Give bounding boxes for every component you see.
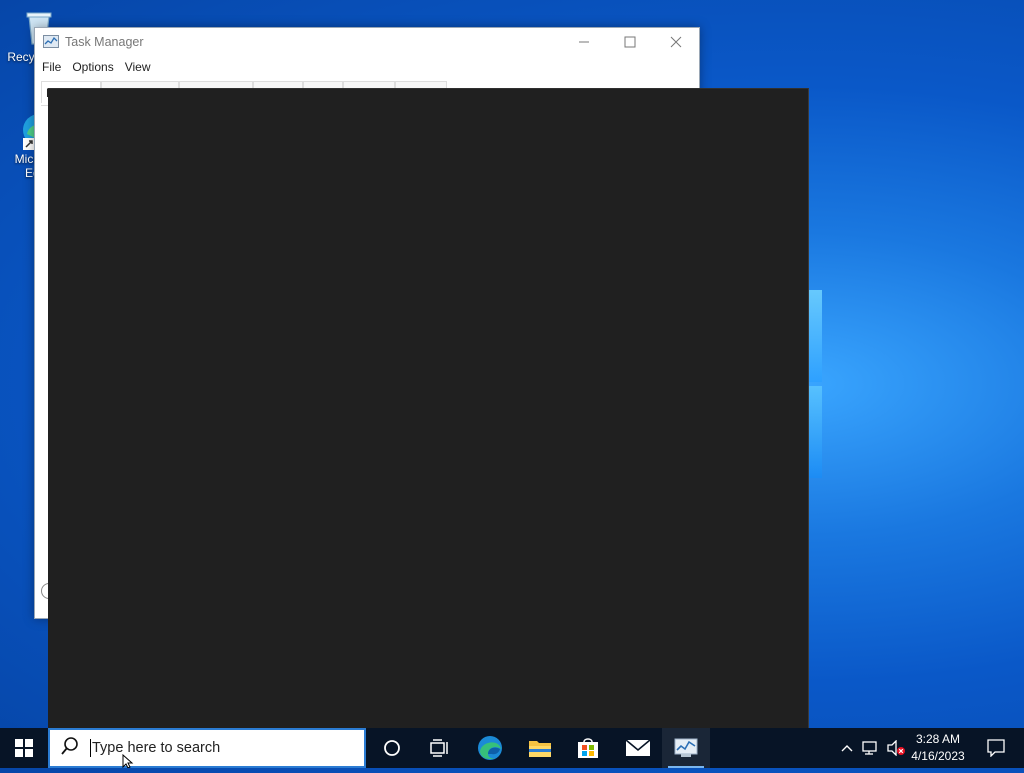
taskbar-store[interactable] [564, 728, 612, 768]
taskbar-mail[interactable] [614, 728, 662, 768]
taskbar: Type here to search 3:28 AM 4/16/2023 [0, 728, 1024, 768]
start-button[interactable] [0, 728, 48, 768]
menu-file[interactable]: File [39, 60, 69, 74]
maximize-icon [624, 36, 636, 48]
volume-button[interactable] [884, 728, 908, 768]
taskbar-edge[interactable] [466, 728, 514, 768]
text-caret [90, 739, 91, 757]
file-explorer-icon [529, 741, 551, 757]
task-manager-icon [674, 738, 698, 757]
minimize-icon [579, 41, 589, 43]
network-button[interactable] [860, 728, 882, 768]
cortana-icon [384, 740, 400, 756]
network-icon [862, 741, 877, 755]
taskbar-task-manager[interactable] [662, 728, 710, 768]
close-button[interactable] [653, 28, 699, 56]
task-view-button[interactable] [416, 728, 464, 768]
taskbar-file-explorer[interactable] [516, 728, 564, 768]
mail-icon [625, 739, 651, 756]
chevron-up-icon [841, 745, 853, 752]
search-icon [60, 736, 80, 761]
menu-options[interactable]: Options [69, 60, 121, 74]
cortana-button[interactable] [368, 728, 416, 768]
minimize-button[interactable] [561, 28, 607, 56]
start-menu[interactable] [48, 88, 809, 729]
action-center-button[interactable] [976, 728, 1016, 768]
system-clock[interactable]: 3:28 AM 4/16/2023 [906, 731, 970, 765]
task-manager-icon [43, 35, 59, 49]
microsoft-store-icon [578, 738, 598, 758]
task-view-icon [430, 739, 448, 757]
menu-view[interactable]: View [122, 60, 159, 74]
mouse-cursor-icon [122, 753, 134, 773]
search-placeholder: Type here to search [92, 740, 221, 756]
show-hidden-icons-button[interactable] [838, 728, 856, 768]
menu-bar: File Options View [35, 56, 699, 78]
window-title: Task Manager [65, 35, 144, 49]
title-bar[interactable]: Task Manager [35, 28, 699, 56]
volume-muted-icon [887, 740, 905, 756]
edge-icon [478, 736, 502, 760]
close-icon [670, 36, 682, 48]
windows-logo-icon [15, 739, 33, 757]
clock-time: 3:28 AM [915, 732, 961, 746]
maximize-button[interactable] [607, 28, 653, 56]
clock-date: 4/16/2023 [911, 749, 965, 763]
notification-icon [987, 739, 1005, 757]
search-box[interactable]: Type here to search [48, 728, 366, 768]
wallpaper-logo [808, 290, 822, 480]
